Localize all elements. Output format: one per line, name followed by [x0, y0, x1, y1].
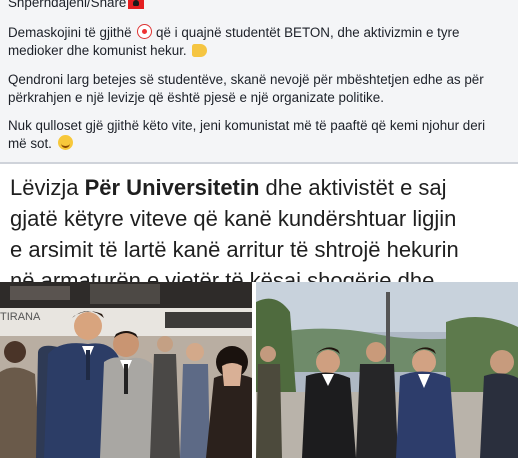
pointing-hand-icon	[192, 43, 208, 57]
paragraph-3-text: Nuk qulloset gjë gjithë këto vite, jeni …	[8, 118, 486, 151]
indoor-event-photo: TIRANA	[0, 282, 252, 458]
clown-face-icon	[137, 24, 153, 39]
shared-line-2: gjatë këtyre viteve që kanë kundërshtuar…	[10, 206, 457, 231]
post-paragraph-3: Nuk qulloset gjë gjithë këto vite, jeni …	[8, 117, 498, 152]
photo-event-indoor[interactable]: TIRANA	[0, 282, 252, 458]
post-paragraph-1: Demaskojini të gjithë që i quajnë studen…	[8, 24, 498, 59]
post-paragraph-2: Qendroni larg betejes së studentëve, ska…	[8, 72, 484, 105]
photo-grid: TIRANA	[0, 282, 518, 458]
shared-line-1: Lëvizja Për Universitetin dhe aktivistët…	[10, 172, 518, 203]
venue-sign-text: TIRANA	[0, 311, 41, 323]
photo-event-outdoor[interactable]	[256, 282, 518, 458]
shared-line-1-a: Lëvizja	[10, 175, 85, 200]
shared-line-4: në armaturën e vjetër të kësaj shoqërie …	[10, 268, 435, 282]
shared-image-text: Lëvizja Për Universitetin dhe aktivistët…	[10, 172, 518, 282]
paragraph-1-start: Demaskojini të gjithë	[8, 25, 132, 40]
shared-line-1-b: dhe aktivistët e saj	[259, 175, 447, 200]
outdoor-event-photo	[256, 282, 518, 458]
share-line: Shpërndajeni/Share	[8, 0, 498, 12]
share-text: Shpërndajeni/Share	[8, 0, 127, 10]
albania-flag-icon	[128, 0, 145, 9]
shared-line-1-bold: Për Universitetin	[84, 175, 260, 200]
shared-line-3: e arsimit të lartë kanë arritur të shtro…	[10, 237, 459, 262]
shared-text-image[interactable]: Lëvizja Për Universitetin dhe aktivistët…	[0, 164, 518, 282]
grinning-face-icon	[57, 134, 73, 150]
post-text-block: Shpërndajeni/Share Demaskojini të gjithë…	[0, 0, 518, 162]
